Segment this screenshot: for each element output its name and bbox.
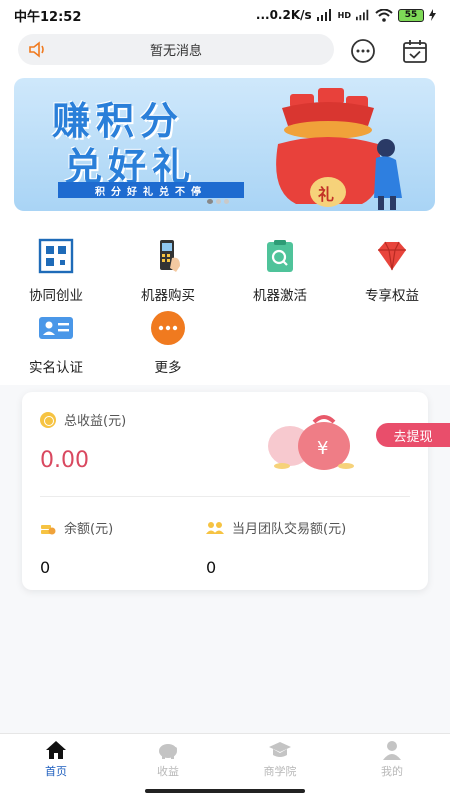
menu-item-collaborative-startup[interactable]: 协同创业 <box>0 236 112 304</box>
status-time: 中午12:52 <box>14 9 82 25</box>
menu-label: 更多 <box>154 360 182 376</box>
tab-label: 我的 <box>381 765 403 778</box>
charging-icon <box>429 9 436 21</box>
notice-text: 暂无消息 <box>149 44 202 59</box>
chat-icon[interactable] <box>350 38 376 64</box>
menu-item-real-name-verification[interactable]: 实名认证 <box>0 308 112 376</box>
banner-subtitle: 积分好礼兑不停 <box>58 182 244 198</box>
tab-profile[interactable]: 我的 <box>336 740 448 779</box>
function-grid: 协同创业 机器购买 机器激活 专享权益 实名认证 更多 <box>0 220 450 385</box>
card-divider <box>40 496 410 497</box>
coin-icon <box>40 411 56 428</box>
team-volume-header: 当月团队交易额(元) <box>206 518 346 537</box>
pagination-dot <box>216 199 221 204</box>
activate-clipboard-icon <box>260 236 300 276</box>
team-icon <box>206 521 224 534</box>
pagination-dot-active <box>207 199 213 204</box>
balance-value: 0 <box>40 558 51 577</box>
coins-stack-icon <box>41 524 56 534</box>
status-bar: 中午12:52 ...0.2K/s HD 55 <box>0 0 450 30</box>
notice-bar[interactable]: 暂无消息 <box>18 34 334 65</box>
signal-icon <box>316 9 331 21</box>
team-volume-value: 0 <box>206 558 217 577</box>
qr-code-icon <box>36 236 76 276</box>
balance-header: 余额(元) <box>40 518 113 537</box>
team-volume-label: 当月团队交易额(元) <box>232 522 347 537</box>
menu-item-machine-activation[interactable]: 机器激活 <box>224 236 336 304</box>
balance-label: 余额(元) <box>64 522 114 537</box>
piggy-bank-icon <box>159 744 177 759</box>
gift-bag-illustration <box>276 88 402 210</box>
more-dots-icon <box>148 308 188 348</box>
menu-label: 机器购买 <box>141 288 195 304</box>
wifi-icon <box>375 8 393 22</box>
top-bar: 暂无消息 <box>0 30 450 70</box>
earnings-card: 总收益(元) 0.00 ¥ 余额(元) 0 当月团队交易额(元) 0 <box>22 392 428 590</box>
total-earnings-label: 总收益(元) <box>64 414 127 429</box>
battery-icon: 55 <box>398 8 424 22</box>
menu-item-exclusive-rights[interactable]: 专享权益 <box>336 236 448 304</box>
tab-business-school[interactable]: 商学院 <box>224 740 336 779</box>
menu-label: 机器激活 <box>253 288 307 304</box>
speaker-icon <box>29 41 44 58</box>
total-earnings-value: 0.00 <box>40 448 89 473</box>
promo-banner[interactable]: 赚积分 兑好礼 积分好礼兑不停 礼 <box>14 78 435 211</box>
ruby-gem-icon <box>372 236 412 276</box>
tab-label: 首页 <box>45 765 67 778</box>
menu-label: 专享权益 <box>365 288 419 304</box>
banner-pagination <box>207 199 229 204</box>
graduation-cap-icon <box>269 742 291 757</box>
withdraw-button[interactable]: 去提现 <box>376 423 450 447</box>
menu-label: 协同创业 <box>29 288 83 304</box>
pagination-dot <box>224 199 229 204</box>
network-speed: ...0.2K/s <box>255 8 312 22</box>
menu-item-more[interactable]: 更多 <box>112 308 224 376</box>
hd-label: HD <box>337 10 351 20</box>
pos-machine-icon <box>148 236 188 276</box>
tab-earnings[interactable]: 收益 <box>112 740 224 779</box>
svg-text:¥: ¥ <box>317 438 328 459</box>
tab-home[interactable]: 首页 <box>0 740 112 779</box>
tab-label: 收益 <box>157 765 179 778</box>
status-indicators: ...0.2K/s HD 55 <box>256 8 436 22</box>
menu-label: 实名认证 <box>29 360 83 376</box>
home-icon <box>46 741 66 759</box>
tab-label: 商学院 <box>263 765 297 778</box>
banner-gift-char: 礼 <box>318 185 335 204</box>
total-earnings-header: 总收益(元) <box>40 410 126 429</box>
id-card-icon <box>36 308 76 348</box>
signal-icon-2 <box>356 9 369 21</box>
money-bag-illustration: ¥ <box>268 415 354 470</box>
calendar-check-icon[interactable] <box>402 38 428 64</box>
user-icon <box>383 741 401 760</box>
menu-item-machine-purchase[interactable]: 机器购买 <box>112 236 224 304</box>
home-indicator[interactable] <box>145 789 305 793</box>
